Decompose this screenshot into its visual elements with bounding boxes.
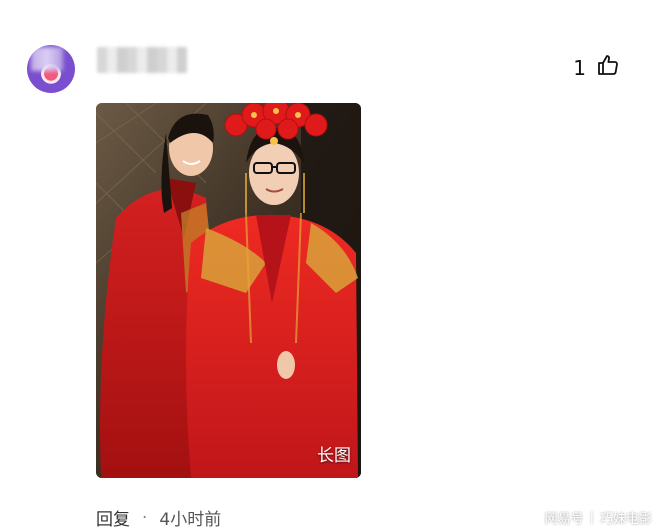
long-image-tag: 长图	[317, 446, 351, 466]
avatar-blur-overlay	[31, 47, 63, 71]
watermark-separator: |	[589, 510, 594, 525]
comment-photo[interactable]: 长图	[96, 103, 361, 478]
like-count: 1	[573, 55, 586, 80]
reply-button[interactable]: 回复	[96, 505, 130, 530]
meta-separator: ·	[142, 507, 148, 528]
comment-timestamp: 4小时前	[159, 510, 222, 530]
wedding-photo-illustration	[96, 103, 361, 478]
like-control[interactable]: 1	[573, 53, 620, 82]
user-avatar[interactable]	[27, 45, 75, 93]
watermark-source: 网易号	[544, 512, 584, 527]
username-blurred[interactable]	[97, 47, 187, 73]
watermark: 网易号 | 巧妹电影	[545, 508, 652, 527]
watermark-account: 巧妹电影	[599, 512, 652, 527]
thumbs-up-icon[interactable]	[596, 53, 620, 82]
comment-meta: 回复 · 4小时前	[96, 505, 222, 531]
